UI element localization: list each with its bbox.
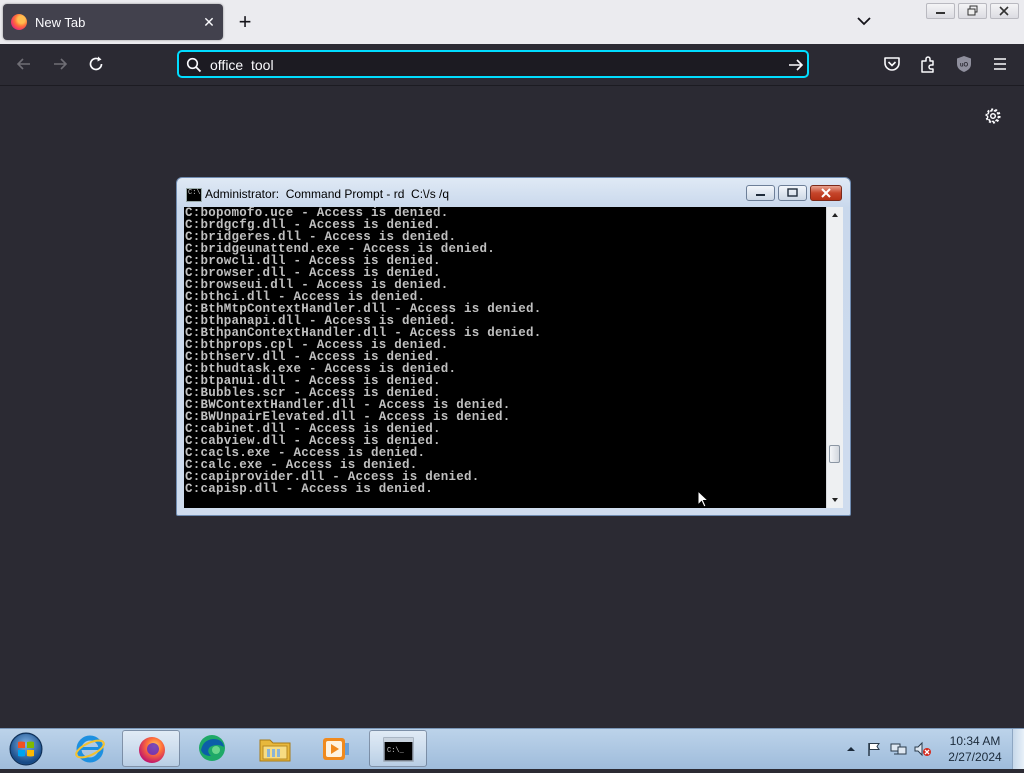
maximize-button[interactable]	[778, 185, 807, 201]
scroll-up-arrow-icon[interactable]	[827, 207, 843, 223]
taskbar-file-explorer[interactable]	[246, 730, 304, 767]
url-bar[interactable]: office tool	[177, 50, 809, 78]
taskbar-command-prompt[interactable]: C:\_	[369, 730, 427, 767]
svg-text:C:\_: C:\_	[387, 747, 405, 755]
firefox-icon	[11, 14, 27, 30]
taskbar-media-player[interactable]	[307, 730, 365, 767]
scrollbar-thumb[interactable]	[829, 445, 840, 463]
close-button[interactable]	[810, 185, 842, 201]
system-tray: 10:34 AM 2/27/2024	[840, 729, 1010, 769]
tab-strip: New Tab ✕ +	[0, 0, 1024, 44]
tab-title: New Tab	[35, 15, 86, 30]
command-prompt-icon: C:\_	[383, 737, 414, 762]
search-icon	[186, 57, 202, 73]
firefox-icon	[139, 737, 165, 763]
show-desktop-button[interactable]	[1012, 729, 1024, 769]
edge-icon	[199, 735, 225, 761]
arrow-right-icon[interactable]	[787, 56, 805, 74]
network-icon[interactable]	[890, 741, 907, 757]
ublock-origin-icon[interactable]: uO	[954, 54, 974, 74]
pocket-icon[interactable]	[882, 54, 902, 74]
internet-explorer-icon	[75, 735, 105, 763]
window-restore-button[interactable]	[958, 3, 987, 19]
window-title: Administrator: Command Prompt - rd C:\/s…	[205, 187, 450, 201]
close-icon[interactable]: ✕	[199, 12, 219, 32]
volume-muted-icon[interactable]	[914, 741, 932, 757]
svg-text:uO: uO	[960, 63, 969, 69]
gear-icon[interactable]	[983, 106, 1003, 126]
media-player-icon	[323, 738, 349, 760]
minimize-button[interactable]	[746, 185, 775, 201]
clock[interactable]: 10:34 AM 2/27/2024	[940, 733, 1010, 765]
scroll-down-arrow-icon[interactable]	[827, 492, 843, 508]
mouse-cursor-icon	[697, 490, 709, 508]
vertical-scrollbar[interactable]	[826, 207, 843, 508]
plus-icon[interactable]: +	[234, 11, 256, 33]
reload-icon[interactable]	[86, 54, 106, 74]
action-center-flag-icon[interactable]	[866, 741, 882, 757]
window-close-button[interactable]	[990, 3, 1019, 19]
url-input[interactable]: office tool	[210, 57, 274, 73]
extensions-icon[interactable]	[918, 54, 938, 74]
start-orb-icon[interactable]	[6, 731, 46, 767]
back-arrow-icon[interactable]	[14, 54, 34, 74]
show-hidden-icons-arrow-icon[interactable]	[846, 744, 856, 754]
window-minimize-button[interactable]	[926, 3, 955, 19]
command-prompt-icon: C:\	[186, 188, 202, 202]
file-explorer-icon	[259, 739, 291, 762]
chevron-down-icon[interactable]	[855, 12, 873, 30]
taskbar-edge[interactable]	[183, 730, 241, 767]
console-output[interactable]: C:bopomofo.uce - Access is denied. C:brdg…	[184, 207, 826, 508]
hamburger-menu-icon[interactable]	[990, 54, 1010, 74]
clock-date: 2/27/2024	[948, 750, 1002, 764]
navigation-toolbar: office tool uO	[0, 44, 1024, 86]
command-prompt-window[interactable]: C:\ Administrator: Command Prompt - rd C…	[176, 177, 851, 516]
tab-new-tab[interactable]: New Tab ✕	[3, 4, 223, 40]
taskbar-internet-explorer[interactable]	[61, 730, 119, 767]
clock-time: 10:34 AM	[949, 734, 1001, 748]
taskbar: C:\_ 10:34 AM 2/27/2024	[0, 728, 1024, 769]
console-line: C:capisp.dll - Access is denied.	[185, 482, 434, 496]
taskbar-firefox[interactable]	[122, 730, 180, 767]
forward-arrow-icon[interactable]	[50, 54, 70, 74]
